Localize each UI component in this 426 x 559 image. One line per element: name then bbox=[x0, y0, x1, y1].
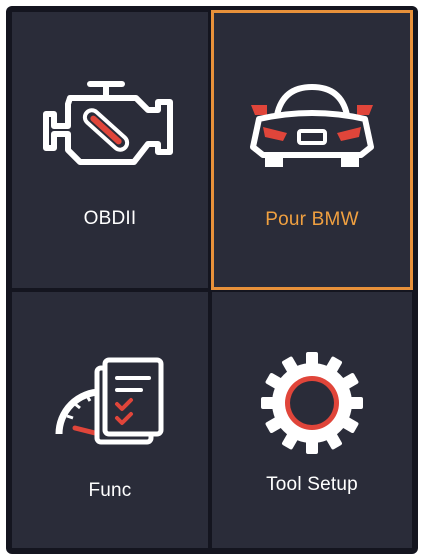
tile-func[interactable]: Func bbox=[12, 292, 208, 548]
tile-obdii[interactable]: OBDII bbox=[12, 12, 208, 288]
tile-label-obdii: OBDII bbox=[83, 208, 137, 229]
gear-icon bbox=[212, 348, 412, 458]
tile-pour-bmw[interactable]: Pour BMW bbox=[211, 10, 413, 290]
tile-label-pour-bmw: Pour BMW bbox=[265, 209, 359, 230]
app-screen: OBDII Pour BMW Func Tool Setup bbox=[6, 6, 418, 554]
engine-check-icon bbox=[12, 74, 208, 174]
gauge-clipboard-icon bbox=[12, 354, 208, 454]
tile-label-func: Func bbox=[88, 480, 132, 501]
car-front-icon bbox=[214, 75, 410, 171]
tile-label-tool-setup: Tool Setup bbox=[266, 474, 358, 495]
tile-tool-setup[interactable]: Tool Setup bbox=[212, 292, 412, 548]
